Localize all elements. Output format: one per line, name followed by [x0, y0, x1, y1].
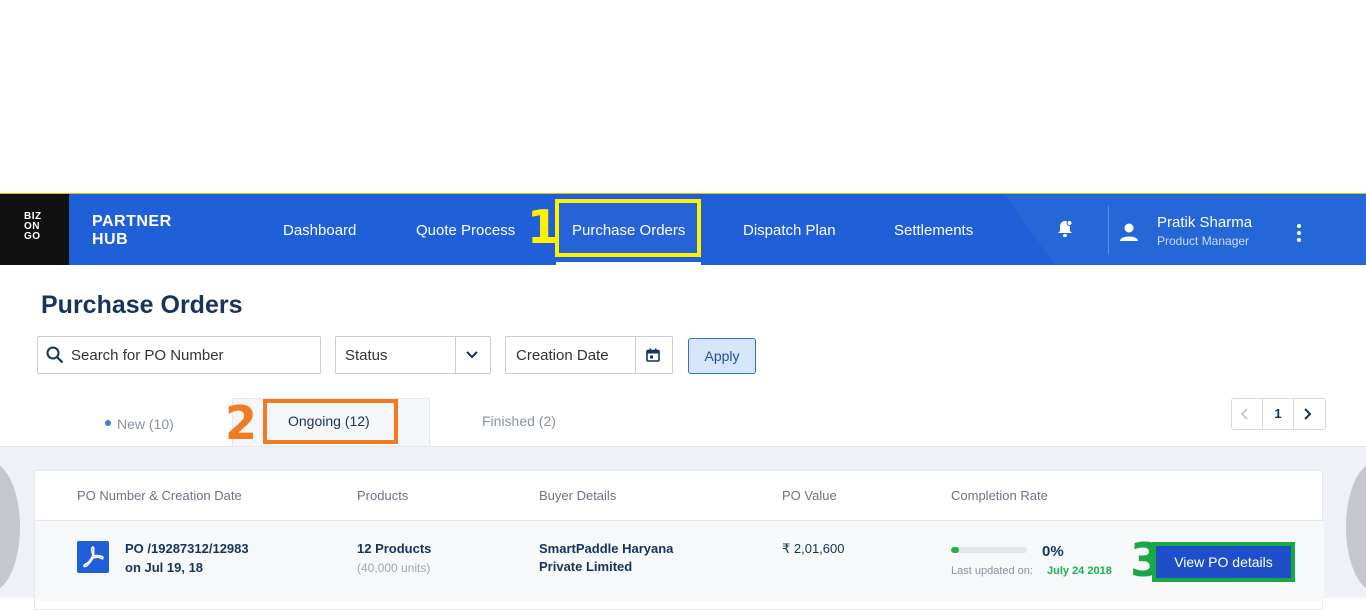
table-row: PO /19287312/12983 on Jul 19, 18 12 Prod…: [35, 521, 1324, 601]
po-search-field[interactable]: [37, 336, 321, 374]
last-updated-label: Last updated on:: [951, 565, 1033, 577]
status-divider: [455, 337, 456, 373]
creation-date-picker[interactable]: Creation Date: [505, 336, 673, 374]
notification-bell-icon[interactable]: [1057, 220, 1073, 238]
chevron-right-icon[interactable]: [1302, 407, 1312, 421]
po-value: ₹ 2,01,600: [782, 541, 845, 556]
status-dropdown[interactable]: Status: [335, 336, 491, 374]
annotation-2: 2: [225, 396, 258, 450]
new-indicator-dot: [105, 420, 111, 427]
chevron-left-icon[interactable]: [1240, 407, 1250, 421]
page-title: Purchase Orders: [41, 291, 243, 319]
nav-quote-process[interactable]: Quote Process: [416, 222, 515, 239]
pagination-divider: [1293, 399, 1294, 429]
pagination: 1: [1231, 398, 1326, 430]
last-updated-date: July 24 2018: [1047, 565, 1112, 577]
nav-purchase-orders[interactable]: Purchase Orders: [572, 222, 685, 239]
current-page[interactable]: 1: [1263, 399, 1293, 429]
products-count: 12 Products: [357, 541, 432, 556]
po-number[interactable]: PO /19287312/12983: [125, 541, 249, 556]
bizongo-logo[interactable]: BIZ ON GO: [0, 194, 69, 265]
buyer-name-line2: Private Limited: [539, 559, 633, 574]
user-avatar-icon[interactable]: [1119, 222, 1139, 242]
completion-progress-fill: [951, 547, 959, 553]
tab-new-label: New (10): [117, 416, 174, 432]
tab-new[interactable]: New (10): [105, 416, 174, 432]
purchase-orders-table: PO Number & Creation Date Products Buyer…: [34, 470, 1324, 610]
search-icon: [46, 346, 64, 364]
completion-progress-bar: [951, 547, 1027, 553]
apply-button[interactable]: Apply: [688, 338, 756, 374]
buyer-name-line1: SmartPaddle Haryana: [539, 541, 674, 556]
tab-ongoing[interactable]: Ongoing (12): [288, 413, 370, 429]
nav-dashboard[interactable]: Dashboard: [283, 222, 356, 239]
creation-date-label: Creation Date: [516, 347, 609, 364]
nav-dispatch-plan[interactable]: Dispatch Plan: [743, 222, 836, 239]
status-label: Status: [345, 347, 388, 364]
navbar-divider: [1108, 206, 1109, 254]
header-po-value: PO Value: [782, 488, 837, 503]
tab-finished[interactable]: Finished (2): [482, 413, 556, 429]
blank-top-area: [0, 0, 1366, 193]
pdf-icon[interactable]: [77, 541, 109, 573]
header-completion: Completion Rate: [951, 488, 1048, 503]
po-date: on Jul 19, 18: [125, 560, 204, 575]
view-po-details-button[interactable]: View PO details: [1156, 546, 1291, 578]
partner-hub-brand: PARTNER HUB: [92, 213, 172, 248]
header-buyer: Buyer Details: [539, 488, 617, 503]
top-navbar: BIZ ON GO PARTNER HUB Dashboard Quote Pr…: [0, 193, 1366, 265]
date-divider: [635, 337, 636, 373]
user-name[interactable]: Pratik Sharma: [1157, 214, 1252, 231]
more-options-icon[interactable]: [1297, 224, 1305, 242]
completion-percent: 0%: [1042, 543, 1064, 560]
nav-settlements[interactable]: Settlements: [894, 222, 973, 239]
search-input[interactable]: [71, 345, 311, 365]
chevron-down-icon[interactable]: [466, 350, 478, 360]
products-units: (40,000 units): [357, 561, 431, 575]
header-products: Products: [357, 488, 409, 503]
user-role: Product Manager: [1157, 234, 1250, 248]
table-header: PO Number & Creation Date Products Buyer…: [35, 471, 1324, 521]
header-po-number: PO Number & Creation Date: [77, 488, 242, 503]
nav-active-indicator: [556, 262, 701, 265]
calendar-icon[interactable]: [646, 348, 660, 362]
